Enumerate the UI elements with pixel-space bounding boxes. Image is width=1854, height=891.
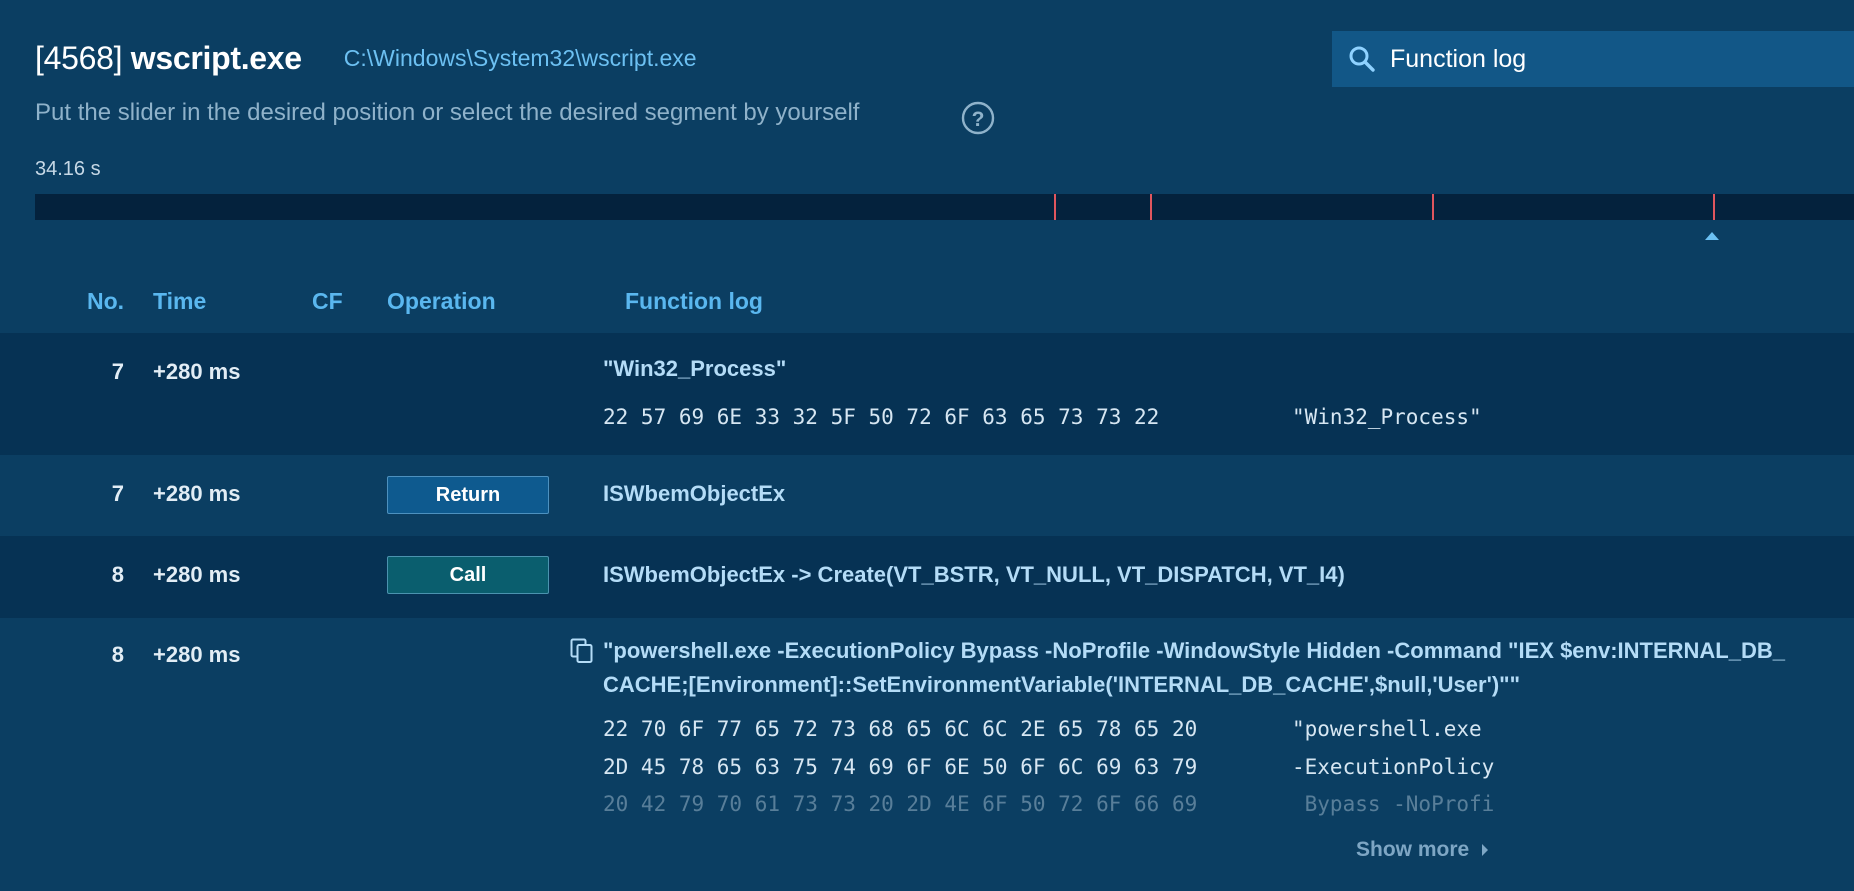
- row-time: +280 ms: [153, 359, 241, 384]
- ascii-dump-line: -ExecutionPolicy: [1292, 755, 1495, 779]
- string-value: "Win32_Process": [603, 356, 787, 381]
- timeline-slider[interactable]: [35, 194, 1854, 220]
- column-no: No.: [87, 288, 125, 314]
- column-cf: CF: [312, 288, 343, 314]
- function-name: ISWbemObjectEx: [603, 481, 786, 506]
- timeline-marker[interactable]: [1150, 194, 1152, 220]
- row-number: 8: [111, 562, 124, 587]
- ascii-dump-line: "Win32_Process": [1292, 405, 1482, 429]
- search-box[interactable]: [1332, 31, 1854, 87]
- slider-handle[interactable]: [1705, 232, 1719, 240]
- svg-text:?: ?: [972, 108, 985, 131]
- timeline-marker[interactable]: [1432, 194, 1434, 220]
- column-function-log: Function log: [625, 288, 763, 314]
- table-header: No. Time CF Operation Function log: [0, 276, 1854, 332]
- process-path-link[interactable]: C:\Windows\System32\wscript.exe: [344, 45, 697, 72]
- hex-dump-line: 2D 45 78 65 63 75 74 69 6F 6E 50 6F 6C 6…: [603, 755, 1198, 779]
- timeline-marker[interactable]: [1054, 194, 1056, 220]
- column-time: Time: [153, 288, 207, 314]
- timeline-marker[interactable]: [1713, 194, 1715, 220]
- hex-dump-line: 22 70 6F 77 65 72 73 68 65 6C 6C 2E 65 7…: [603, 717, 1198, 741]
- ascii-dump-line: "powershell.exe: [1292, 717, 1482, 741]
- process-name: wscript.exe: [130, 39, 302, 76]
- function-call: ISWbemObjectEx -> Create(VT_BSTR, VT_NUL…: [603, 562, 1345, 587]
- return-badge[interactable]: Return: [387, 476, 549, 514]
- process-pid: [4568]: [35, 39, 123, 76]
- slider-hint: Put the slider in the desired position o…: [35, 99, 860, 126]
- row-number: 7: [111, 359, 124, 384]
- duration-label: 34.16 s: [35, 158, 101, 180]
- ascii-dump-line: Bypass -NoProfi: [1292, 792, 1495, 816]
- row-time: +280 ms: [153, 562, 241, 587]
- table-row[interactable]: 7 +280 ms Return ISWbemObjectEx: [0, 455, 1854, 536]
- row-time: +280 ms: [153, 481, 241, 506]
- show-more-button[interactable]: Show more: [1356, 838, 1489, 862]
- process-header: [4568] wscript.exe C:\Windows\System32\w…: [35, 34, 697, 82]
- string-value-line: CACHE;[Environment]::SetEnvironmentVaria…: [603, 672, 1521, 697]
- search-input[interactable]: [1390, 44, 1810, 74]
- table-row[interactable]: 8 +280 ms "powershell.exe -ExecutionPoli…: [0, 618, 1854, 891]
- string-value-line: "powershell.exe -ExecutionPolicy Bypass …: [603, 638, 1785, 663]
- search-icon: [1349, 46, 1375, 72]
- column-operation: Operation: [387, 288, 496, 314]
- row-number: 7: [111, 481, 124, 506]
- copy-icon[interactable]: [570, 638, 594, 664]
- call-badge[interactable]: Call: [387, 556, 549, 594]
- help-icon[interactable]: ?: [961, 101, 995, 135]
- show-more-label: Show more: [1356, 838, 1470, 861]
- row-time: +280 ms: [153, 642, 241, 667]
- row-number: 8: [111, 642, 124, 667]
- table-row[interactable]: 8 +280 ms Call ISWbemObjectEx -> Create(…: [0, 536, 1854, 618]
- hex-dump-line: 20 42 79 70 61 73 73 20 2D 4E 6F 50 72 6…: [603, 792, 1198, 816]
- process-title: [4568] wscript.exe: [35, 40, 302, 77]
- hex-dump-line: 22 57 69 6E 33 32 5F 50 72 6F 63 65 73 7…: [603, 405, 1160, 429]
- caret-right-icon: [1482, 844, 1489, 856]
- table-row[interactable]: 7 +280 ms "Win32_Process" 22 57 69 6E 33…: [0, 333, 1854, 455]
